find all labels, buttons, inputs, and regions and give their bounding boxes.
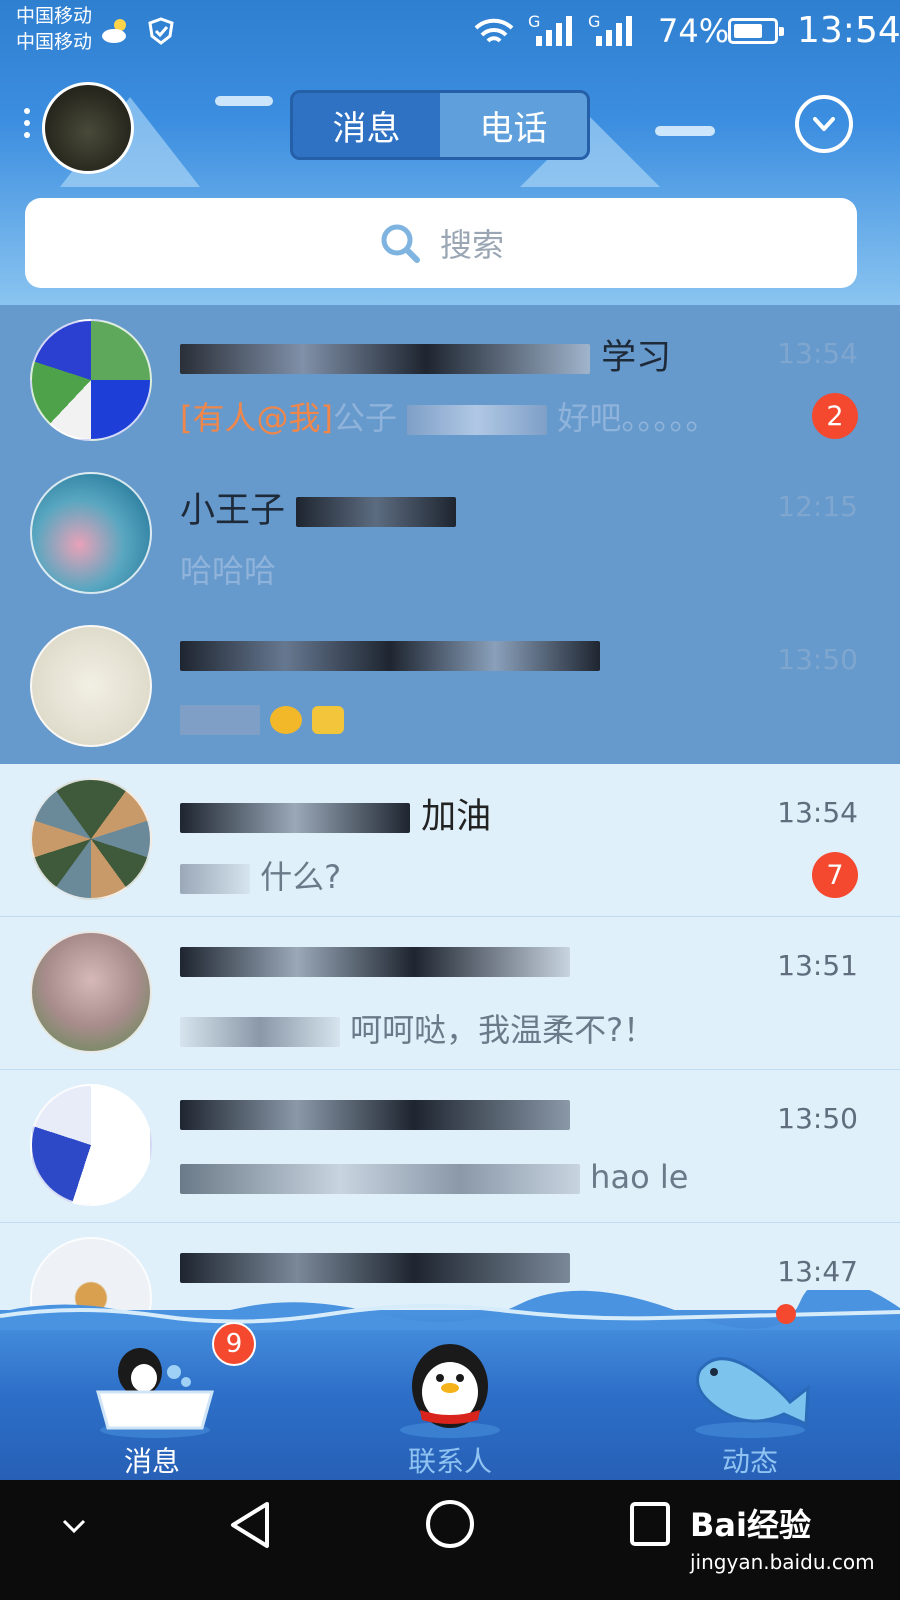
conversation-avatar — [30, 625, 152, 747]
chevron-down-icon — [813, 117, 835, 131]
user-avatar[interactable] — [42, 82, 134, 174]
conversation-time: 13:50 — [777, 1102, 858, 1135]
status-time: 13:54 — [797, 10, 900, 51]
status-bar: 中国移动 中国移动 G G 74% 13:54 — [0, 0, 900, 64]
chevron-down-icon[interactable] — [60, 1516, 88, 1536]
search-placeholder: 搜索 — [439, 226, 504, 264]
conversation-avatar — [30, 472, 152, 594]
unread-badge: 2 — [812, 393, 858, 439]
conversation-preview: 哈哈哈 — [180, 552, 277, 590]
tab-messages[interactable]: 消息 — [293, 93, 440, 157]
wave-decoration — [0, 1290, 900, 1330]
conversation-name — [180, 1247, 570, 1287]
conversation-avatar — [30, 778, 152, 900]
conversation-name — [180, 1094, 570, 1134]
conversation-list: 学习 13:54 [有人@我]公子 好吧。。。。。 2 小王子 12:15 哈哈… — [0, 305, 900, 1376]
conversation-row[interactable]: 学习 13:54 [有人@我]公子 好吧。。。。。 2 — [0, 305, 900, 458]
conversation-name: 学习 — [180, 329, 671, 380]
tab-contacts[interactable]: 联系人 — [360, 1340, 540, 1480]
conversation-time: 13:54 — [777, 796, 858, 829]
bottom-tab-bar: 9 消息 联系人 动态 — [0, 1290, 900, 1480]
cloud-decoration — [655, 126, 715, 136]
message-call-switcher: 消息 电话 — [290, 90, 590, 160]
signal-icon — [536, 16, 572, 46]
conversation-row[interactable]: 小王子 12:15 哈哈哈 — [0, 458, 900, 611]
conversation-row[interactable]: 13:50 — [0, 611, 900, 764]
recent-apps-icon[interactable] — [628, 1500, 672, 1548]
penguin-icon — [400, 1344, 500, 1438]
carrier-2: 中国移动 — [16, 31, 93, 53]
conversation-avatar — [30, 319, 152, 441]
conversation-time: 12:15 — [777, 490, 858, 523]
conversation-preview — [180, 699, 345, 737]
carrier-1: 中国移动 — [16, 5, 93, 27]
conversation-name: 小王子 — [180, 482, 457, 533]
conversation-time: 13:50 — [777, 643, 858, 676]
conversation-name-visible: 小王子 — [180, 491, 286, 531]
cloud-decoration — [215, 96, 273, 106]
battery-percent: 74% — [658, 12, 730, 50]
search-bar[interactable]: 搜索 — [25, 198, 857, 288]
weather-icon — [102, 19, 126, 43]
tab-label: 消息 — [123, 1445, 180, 1478]
battery-icon — [728, 18, 784, 44]
menu-dots-icon[interactable] — [24, 108, 32, 144]
conversation-name: 加油 — [180, 788, 491, 839]
conversation-name — [180, 941, 570, 981]
tab-label: 联系人 — [407, 1445, 492, 1478]
conversation-name-visible: 加油 — [421, 797, 492, 837]
conversation-name — [180, 635, 600, 675]
conversation-row[interactable]: 加油 13:54 什么? 7 — [0, 764, 900, 917]
conversation-preview: 呵呵哒，我温柔不?！ — [180, 1005, 655, 1051]
wifi-icon — [474, 18, 514, 43]
back-icon[interactable] — [225, 1498, 275, 1552]
new-activity-dot — [776, 1304, 796, 1324]
conversation-time: 13:51 — [777, 949, 858, 982]
tab-calls[interactable]: 电话 — [440, 93, 587, 157]
conversation-time: 13:47 — [777, 1255, 858, 1288]
conversation-preview: hao le — [180, 1158, 688, 1196]
mention-tag: [有人@我] — [180, 399, 333, 437]
tab-moments[interactable]: 动态 — [660, 1340, 840, 1480]
conversation-avatar — [30, 931, 152, 1053]
more-options-button[interactable] — [795, 95, 853, 153]
conversation-row[interactable]: 13:50 hao le — [0, 1070, 900, 1223]
unread-badge: 7 — [812, 852, 858, 898]
shield-icon — [148, 17, 174, 45]
tab-messages-bottom[interactable]: 9 消息 — [62, 1322, 256, 1480]
conversation-row[interactable]: 13:51 呵呵哒，我温柔不?！ — [0, 917, 900, 1070]
app-header: 中国移动 中国移动 G G 74% 13:54 消息 电话 搜索 — [0, 0, 900, 305]
conversation-preview: [有人@我]公子 好吧。。。。。 — [180, 399, 718, 437]
conversation-time: 13:54 — [777, 337, 858, 370]
conversation-preview: 什么? — [180, 852, 341, 898]
penguin-bath-icon — [96, 1348, 214, 1438]
tab-label: 动态 — [721, 1445, 778, 1478]
conversation-name-visible: 学习 — [601, 338, 672, 378]
conversation-avatar — [30, 1084, 152, 1206]
home-icon[interactable] — [424, 1498, 476, 1550]
watermark-url: jingyan.baidu.com — [690, 1550, 875, 1574]
signal-icon — [596, 16, 632, 46]
fish-icon — [695, 1357, 810, 1438]
watermark-logo: Bai经验 — [690, 1506, 811, 1544]
tab-badge: 9 — [212, 1322, 256, 1366]
search-icon — [381, 224, 420, 263]
